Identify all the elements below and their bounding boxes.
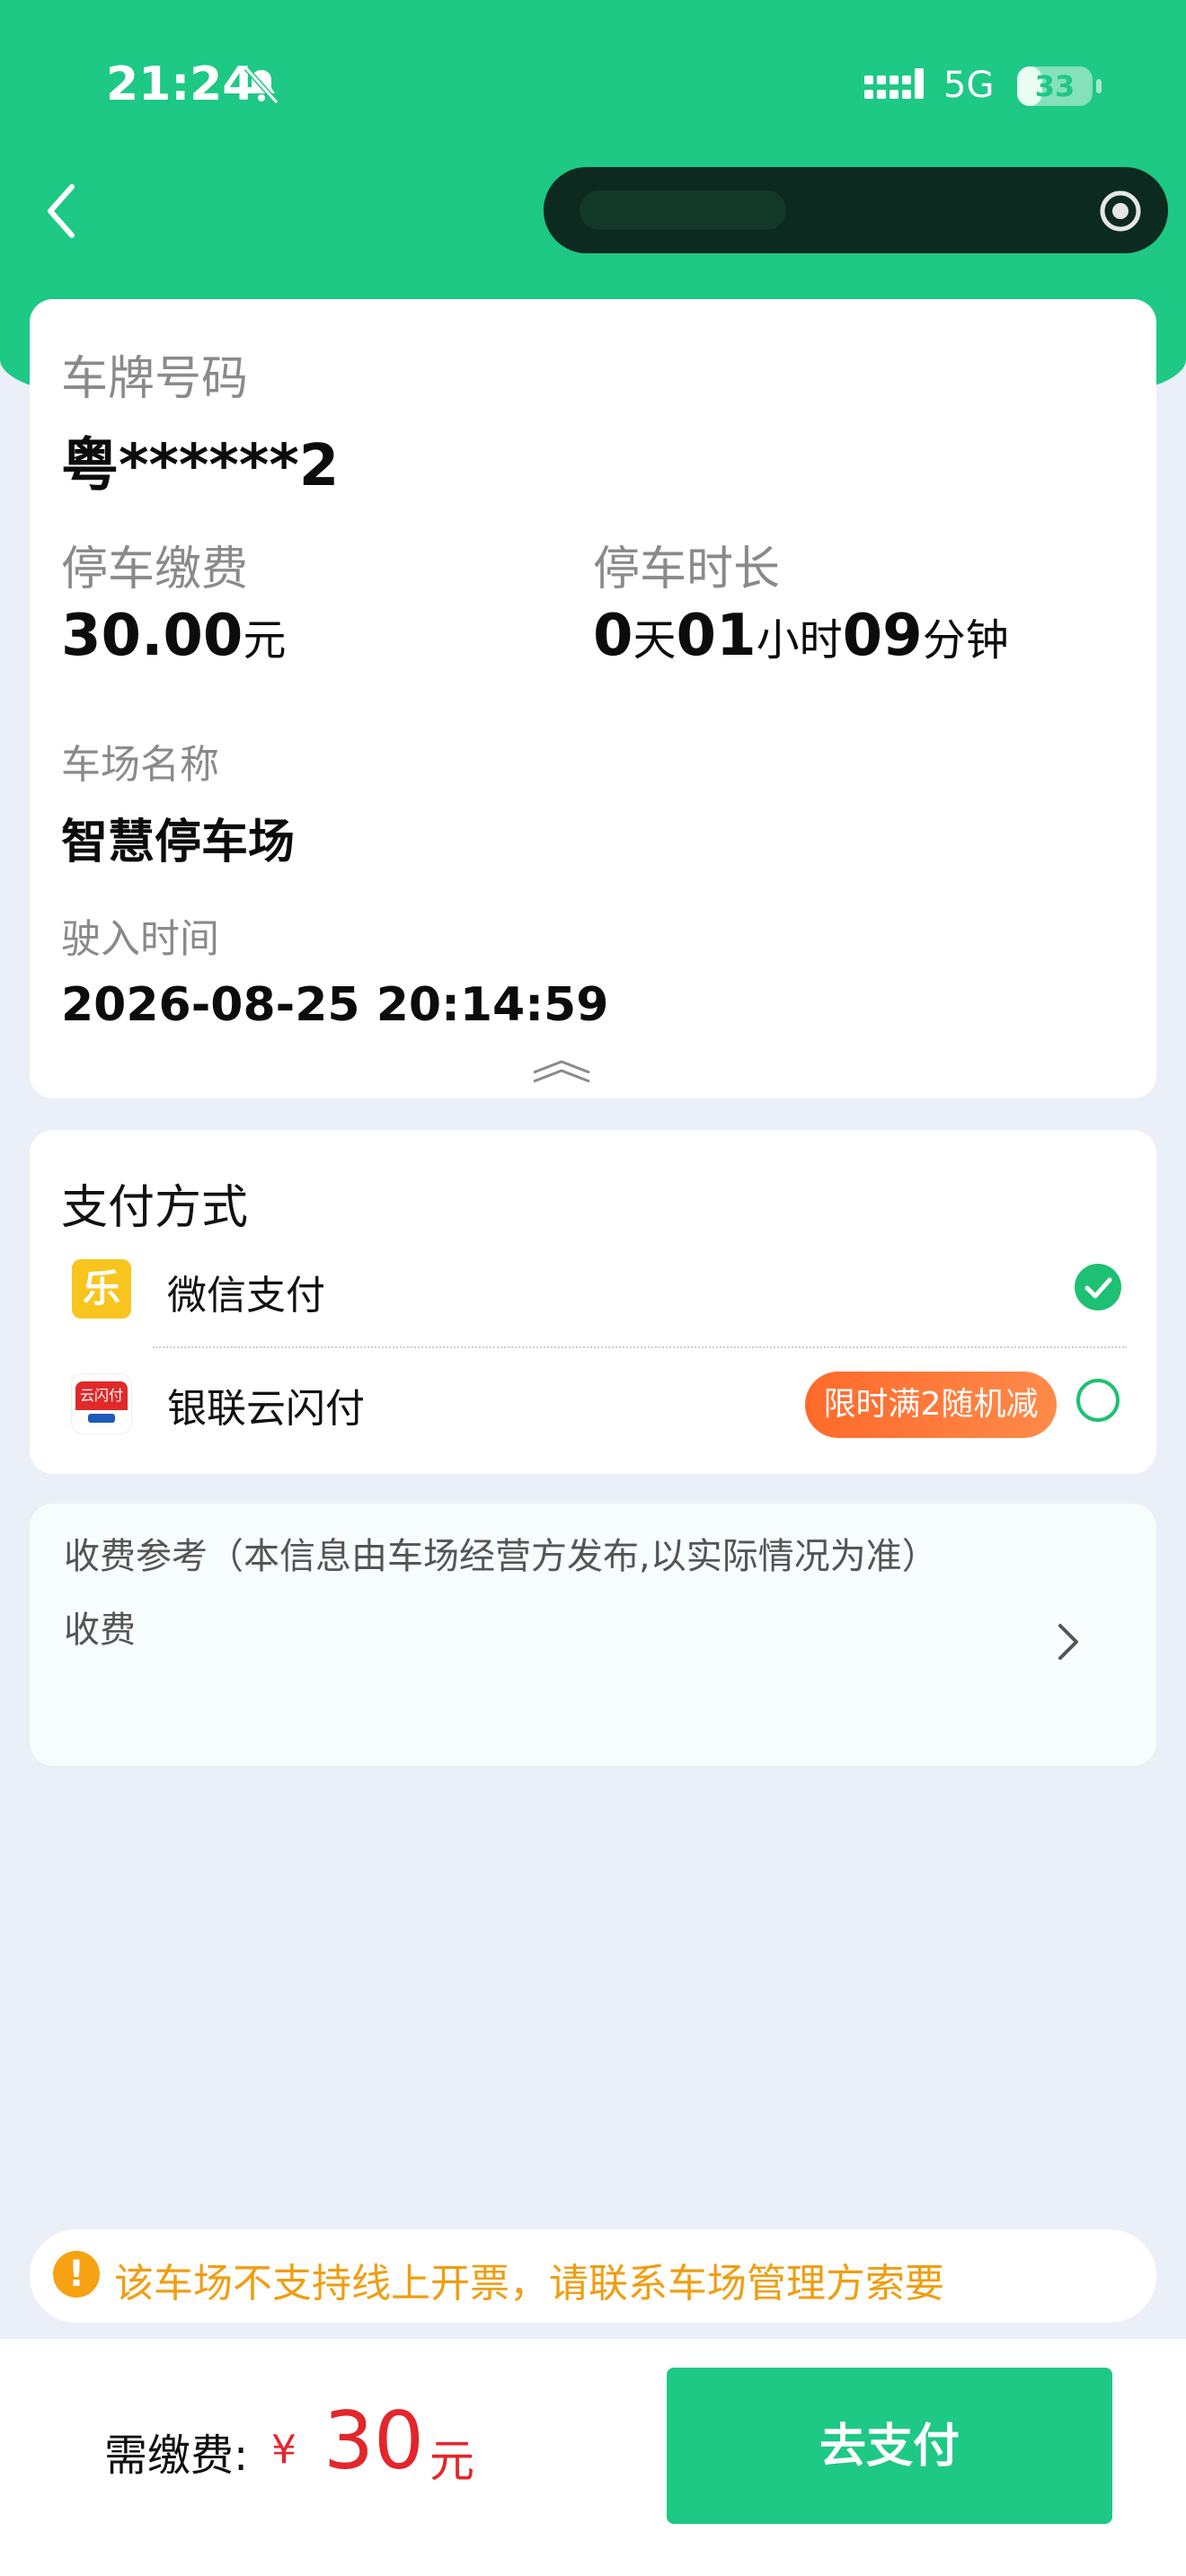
redacted-title <box>580 190 786 230</box>
fee-value: 30.00元 <box>61 603 286 669</box>
duration-hours-unit: 小时 <box>756 615 843 666</box>
back-icon[interactable] <box>40 180 83 243</box>
record-icon[interactable] <box>1098 189 1143 234</box>
signal-icon <box>864 68 924 99</box>
due-currency: ¥ <box>271 2427 296 2473</box>
unionpay-logo: 云闪付 <box>72 1374 131 1434</box>
duration-value: 0天01小时09分钟 <box>593 603 1009 669</box>
fee-label: 停车缴费 <box>61 543 249 596</box>
fee-reference-title: 收费参考（本信息由车场经营方发布,以实际情况为准） <box>64 1536 938 1577</box>
unionpay-label[interactable]: 银联云闪付 <box>167 1376 365 1434</box>
lot-label: 车场名称 <box>61 742 219 788</box>
warning-icon: ! <box>53 2251 100 2298</box>
radio-unselected-icon[interactable] <box>1076 1379 1120 1422</box>
notice-text: 该车场不支持线上开票，请联系车场管理方索要 <box>114 2261 944 2307</box>
lot-value: 智慧停车场 <box>61 816 296 869</box>
duration-label: 停车时长 <box>593 543 781 596</box>
fee-amount: 30.00 <box>61 603 243 669</box>
duration-days: 0 <box>593 603 633 669</box>
invoice-notice: ! 该车场不支持线上开票，请联系车场管理方索要 <box>30 2229 1156 2323</box>
battery-icon: 33 <box>1017 66 1093 106</box>
payment-title: 支付方式 <box>61 1181 249 1235</box>
battery-cap <box>1096 79 1102 93</box>
fee-reference-card[interactable]: 收费参考（本信息由车场经营方发布,以实际情况为准） 收费 <box>30 1504 1156 1766</box>
divider <box>153 1346 1127 1348</box>
duration-days-unit: 天 <box>633 615 677 666</box>
due-label: 需缴费: <box>104 2430 249 2481</box>
fee-unit: 元 <box>243 615 287 666</box>
miniapp-capsule <box>544 167 1168 253</box>
plate-label: 车牌号码 <box>61 352 249 406</box>
duration-hours: 01 <box>676 603 757 669</box>
chevron-right-icon[interactable] <box>1049 1617 1085 1667</box>
entry-value: 2026-08-25 20:14:59 <box>61 978 609 1032</box>
wechat-pay-label[interactable]: 微信支付 <box>167 1263 325 1320</box>
check-selected-icon[interactable] <box>1075 1264 1121 1310</box>
bell-muted-icon <box>243 66 279 105</box>
wechat-pay-logo: 乐 <box>72 1259 131 1319</box>
duration-minutes: 09 <box>842 603 923 669</box>
pay-button[interactable]: 去支付 <box>667 2368 1112 2524</box>
collapse-icon[interactable] <box>530 1058 593 1085</box>
due-unit: 元 <box>429 2435 474 2487</box>
network-type: 5G <box>943 65 995 106</box>
bottom-pay-bar: 需缴费: ¥ 30 元 去支付 <box>0 2339 1186 2576</box>
duration-minutes-unit: 分钟 <box>922 615 1009 666</box>
unionpay-logo-text: 云闪付 <box>75 1381 128 1410</box>
promo-badge: 限时满2随机减 <box>805 1372 1057 1438</box>
due-amount: 30 <box>323 2395 424 2487</box>
entry-label: 驶入时间 <box>61 916 219 962</box>
status-time: 21:24 <box>106 57 255 111</box>
fee-reference-subtitle: 收费 <box>64 1610 136 1651</box>
plate-value: 粤******2 <box>61 433 340 499</box>
battery-level: 33 <box>1034 69 1075 103</box>
vehicle-info-card: 车牌号码 粤******2 停车缴费 30.00元 停车时长 0天01小时09分… <box>30 299 1156 1098</box>
